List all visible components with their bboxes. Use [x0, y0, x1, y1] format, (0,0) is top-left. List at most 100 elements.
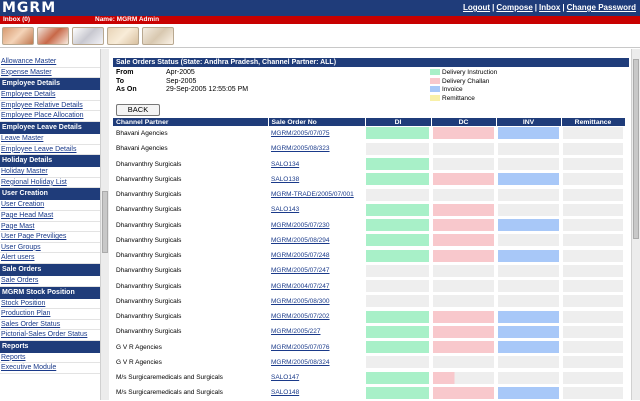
- legend-item: Remittance: [430, 95, 497, 104]
- inbox-count[interactable]: Inbox (0): [3, 16, 30, 24]
- sale-order-link[interactable]: SALO148: [271, 389, 299, 396]
- inv-status-fill: [498, 173, 559, 186]
- sale-order-link[interactable]: MGRM/2005/07/247: [271, 267, 330, 274]
- table-row: Dhanvanthry Surgicals MGRM-TRADE/2005/07/…: [113, 187, 626, 203]
- dc-status-fill: [433, 173, 494, 186]
- dc-status-cell: [431, 171, 497, 188]
- sale-order-link[interactable]: SALO134: [271, 161, 299, 168]
- col-channel-partner: Channel Partner: [113, 118, 269, 126]
- inv-status-cell: [496, 171, 562, 188]
- sale-order-link[interactable]: MGRM/2005/07/075: [271, 130, 330, 137]
- sidebar-link[interactable]: Allowance Master: [0, 57, 100, 68]
- sidebar-link[interactable]: Employee Details: [0, 90, 100, 101]
- sale-order-link[interactable]: SALO138: [271, 176, 299, 183]
- page-scrollbar[interactable]: [631, 49, 640, 400]
- table-row: G V R Agencies MGRM/2005/08/324: [113, 354, 626, 371]
- sidebar-link[interactable]: Employee Leave Details: [0, 145, 100, 156]
- di-status-fill: [366, 264, 429, 277]
- sale-order-link[interactable]: MGRM-TRADE/2005/07/001: [271, 191, 354, 198]
- sale-order-link[interactable]: MGRM/2005/08/324: [271, 359, 330, 366]
- dc-status-fill: [433, 127, 494, 140]
- sidebar-link[interactable]: Production Plan: [0, 309, 100, 320]
- rem-status-fill: [563, 356, 623, 369]
- channel-partner-cell: Dhanvanthry Surgicals: [113, 171, 268, 188]
- sale-order-link[interactable]: MGRM/2005/08/323: [271, 145, 330, 152]
- sidebar-link[interactable]: Sales Order Status: [0, 320, 100, 331]
- sidebar-link[interactable]: Employee Relative Details: [0, 101, 100, 112]
- sidebar-link[interactable]: User Page Previliges: [0, 232, 100, 243]
- table-row: Dhanvanthry Surgicals SALO138: [113, 171, 626, 188]
- inbox-link[interactable]: Inbox: [539, 3, 560, 12]
- sidebar-scrollbar[interactable]: [100, 49, 109, 400]
- dc-status-cell: [431, 339, 497, 356]
- logout-link[interactable]: Logout: [463, 3, 490, 12]
- rem-status-cell: [561, 248, 626, 264]
- di-status-cell: [365, 141, 432, 158]
- sidebar-link[interactable]: Holiday Master: [0, 167, 100, 178]
- sale-order-link[interactable]: MGRM/2005/07/076: [271, 344, 330, 351]
- sidebar-link[interactable]: Sale Orders: [0, 276, 100, 287]
- sidebar-link[interactable]: Leave Master: [0, 134, 100, 145]
- report-info: From Apr-2005 To Sep-2005 As On 29-Sep-2005 1…: [116, 69, 248, 95]
- compose-link[interactable]: Compose: [496, 3, 532, 12]
- channel-partner-cell: Dhanvanthry Surgicals: [113, 202, 268, 219]
- sidebar-link[interactable]: Employee Place Allocation: [0, 111, 100, 122]
- sidebar-section-header: Employee Leave Details: [0, 121, 100, 134]
- top-header: MGRM Logout | Compose | Inbox | Change Passwor…: [0, 0, 640, 16]
- info-key: From: [116, 69, 134, 76]
- channel-partner-cell: Bhavani Agencies: [113, 126, 268, 142]
- sidebar-link[interactable]: Reports: [0, 353, 100, 364]
- rem-status-fill: [563, 173, 623, 186]
- sidebar-link[interactable]: Executive Module: [0, 363, 100, 375]
- di-status-cell: [365, 248, 432, 264]
- sidebar-nav: Allowance Master Expense Master Employee D…: [0, 57, 100, 400]
- inv-status-fill: [498, 127, 559, 140]
- dc-status-fill: [433, 371, 494, 384]
- sale-order-link[interactable]: MGRM/2005/227: [271, 328, 321, 335]
- sale-order-link[interactable]: MGRM/2005/07/230: [271, 222, 330, 229]
- table-row: M/s Surgicaremedicals and Surgicals SALO1…: [113, 385, 626, 401]
- di-status-cell: [365, 278, 432, 295]
- inv-status-fill: [498, 341, 559, 354]
- dc-status-fill: [433, 203, 494, 216]
- col-sale-order-no: Sale Order No: [268, 118, 366, 126]
- inv-status-fill: [498, 295, 559, 308]
- rem-status-cell: [561, 339, 626, 356]
- rem-status-fill: [563, 203, 623, 216]
- legend-swatch: [430, 77, 440, 84]
- table-row: Dhanvanthry Surgicals MGRM/2005/227: [113, 324, 626, 341]
- dc-status-cell: [431, 370, 497, 386]
- table-row: Dhanvanthry Surgicals MGRM/2005/08/294: [113, 232, 626, 249]
- inv-status-fill: [498, 264, 559, 277]
- di-status-fill: [366, 341, 429, 354]
- inv-status-cell: [496, 156, 562, 173]
- inv-status-cell: [496, 141, 562, 158]
- sale-order-link[interactable]: MGRM/2005/07/248: [271, 252, 330, 259]
- page-scroll-thumb[interactable]: [633, 59, 639, 239]
- sale-order-link[interactable]: MGRM/2005/08/300: [271, 298, 330, 305]
- sidebar-link[interactable]: Stock Position: [0, 299, 100, 310]
- sidebar-link[interactable]: User Creation: [0, 200, 100, 211]
- di-status-cell: [365, 263, 432, 280]
- back-button[interactable]: BACK: [116, 104, 160, 116]
- dc-status-cell: [431, 263, 497, 280]
- sale-order-link[interactable]: MGRM/2004/07/247: [271, 283, 330, 290]
- sidebar-link[interactable]: User Groups: [0, 243, 100, 254]
- sidebar-link[interactable]: Expense Master: [0, 68, 100, 79]
- sidebar-link[interactable]: Page Head Mast: [0, 211, 100, 222]
- change-password-link[interactable]: Change Password: [567, 3, 636, 12]
- sale-order-link[interactable]: MGRM/2005/07/202: [271, 313, 330, 320]
- rem-status-cell: [561, 217, 626, 234]
- sale-order-link[interactable]: MGRM/2005/08/294: [271, 237, 330, 244]
- sale-order-link[interactable]: SALO147: [271, 374, 299, 381]
- sidebar-link[interactable]: Pictorial-Sales Order Status: [0, 330, 100, 341]
- rem-status-fill: [563, 341, 623, 354]
- dc-status-cell: [431, 217, 497, 234]
- sidebar-link[interactable]: Regional Holiday List: [0, 178, 100, 189]
- sidebar-link[interactable]: Alert users: [0, 253, 100, 264]
- inv-status-cell: [496, 309, 562, 325]
- sale-orders-table: Channel Partner Sale Order No DI DC INV …: [113, 118, 626, 401]
- sale-order-link[interactable]: SALO143: [271, 206, 299, 213]
- sidebar-scroll-thumb[interactable]: [102, 191, 108, 253]
- sidebar-link[interactable]: Page Mast: [0, 222, 100, 233]
